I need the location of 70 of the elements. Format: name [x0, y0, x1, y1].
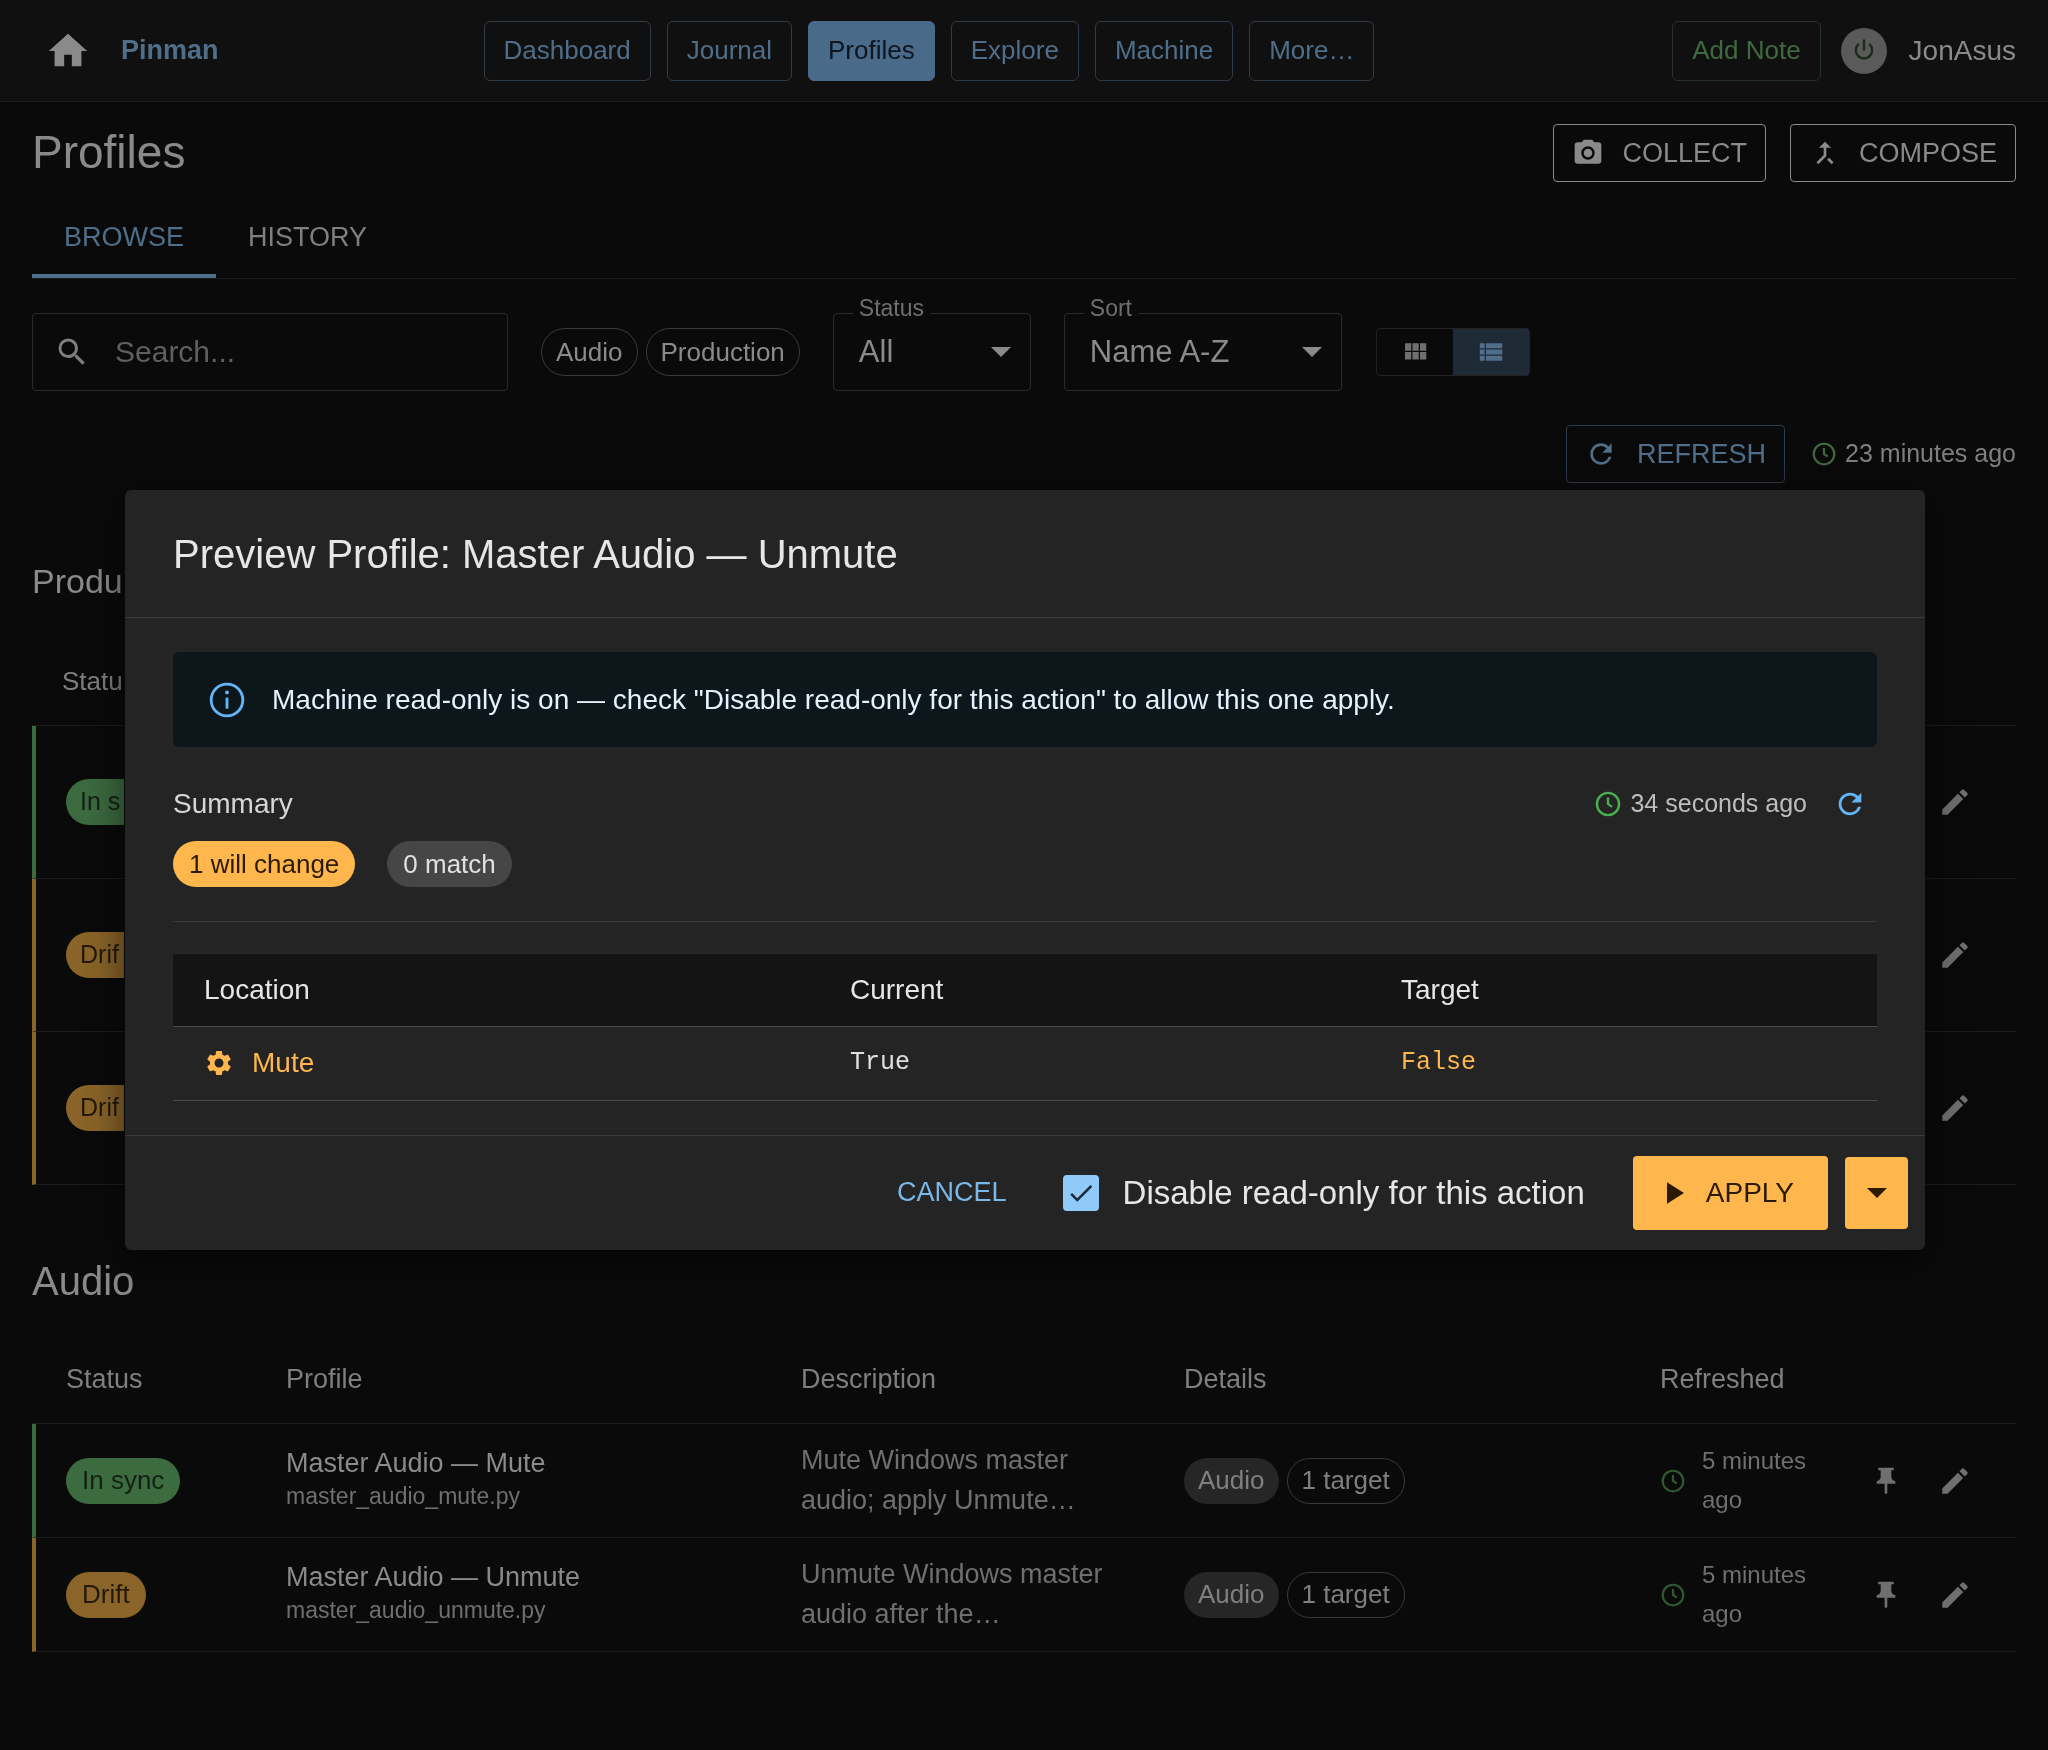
match-count-chip: 0 match — [387, 841, 512, 887]
apply-options-button[interactable] — [1845, 1156, 1908, 1229]
play-icon — [1666, 1181, 1684, 1204]
status-badge: Drif — [66, 1085, 124, 1131]
brand-link[interactable]: Pinman — [121, 30, 219, 71]
column-header: Location — [173, 954, 819, 1026]
cancel-button[interactable]: CANCEL — [877, 1162, 1027, 1223]
column-header: Profile — [286, 1362, 364, 1396]
status-badge: In sync — [66, 1457, 181, 1504]
add-note-button[interactable]: Add Note — [1672, 20, 1821, 81]
alert-text: Machine read-only is on — check "Disable read-only for this action" to allow this one apply. — [272, 682, 1395, 717]
description-text: Mute Windows master audio; apply Unmute… — [801, 1444, 1077, 1517]
refresh-button[interactable]: REFRESH — [1566, 425, 1786, 483]
nav-link[interactable]: Machine — [1094, 20, 1234, 81]
status-badge: Drif — [66, 932, 124, 978]
nav-link[interactable]: Explore — [950, 20, 1079, 81]
group-title: Produ — [32, 561, 123, 602]
column-header: Target — [1370, 954, 1877, 1026]
last-refreshed-time: 23 minutes ago — [1845, 438, 2016, 470]
group-title: Audio — [32, 1258, 135, 1304]
gear-icon — [204, 1048, 234, 1078]
status-select[interactable]: Status All — [832, 297, 1031, 391]
tab[interactable]: HISTORY — [216, 200, 400, 278]
profile-name: Master Audio — Mute — [286, 1447, 547, 1480]
summary-time: 34 seconds ago — [1630, 788, 1807, 820]
category-tag: Audio — [1184, 1571, 1279, 1618]
column-header: Statu — [62, 665, 123, 698]
nav-link[interactable]: Dashboard — [483, 20, 651, 81]
summary-label: Summary — [173, 787, 293, 821]
status-badge: Drift — [66, 1571, 146, 1618]
caret-icon — [990, 347, 1011, 357]
current-value: True — [850, 1048, 910, 1078]
file-name: master_audio_mute.py — [286, 1482, 521, 1512]
user-name: JonAsus — [1908, 33, 2016, 68]
page-title: Profiles — [32, 125, 186, 181]
checkbox-label: Disable read-only for this action — [1122, 1172, 1585, 1213]
collect-button[interactable]: COLLECT — [1553, 124, 1766, 182]
status-badge: In s — [66, 779, 124, 825]
category-tag: Audio — [1184, 1457, 1279, 1504]
file-name: master_audio_unmute.py — [286, 1596, 547, 1626]
column-header: Status — [66, 1362, 144, 1396]
clock-icon — [1660, 1581, 1686, 1608]
profile-name: Master Audio — Unmute — [286, 1561, 582, 1594]
nav-link[interactable]: More… — [1249, 20, 1375, 81]
target-value: False — [1401, 1048, 1476, 1078]
nav-link[interactable]: Journal — [666, 20, 792, 81]
description-text: Unmute Windows master audio after the… — [801, 1558, 1104, 1631]
column-header: Details — [1184, 1362, 1268, 1396]
column-header: Refreshed — [1660, 1362, 1786, 1396]
list-view-button[interactable] — [1452, 329, 1529, 375]
location-name: Mute — [252, 1046, 315, 1080]
column-header: Description — [801, 1362, 938, 1396]
clock-icon — [1811, 441, 1838, 467]
info-icon — [208, 680, 246, 719]
apply-button[interactable]: APPLY — [1632, 1155, 1828, 1230]
checkbox[interactable] — [1062, 1174, 1099, 1211]
column-header: Current — [819, 954, 1370, 1026]
change-count-chip: 1 will change — [173, 841, 356, 887]
refreshed-time: 5 minutes ago — [1702, 1446, 1808, 1515]
caret-icon — [1866, 1187, 1887, 1198]
refreshed-time: 5 minutes ago — [1702, 1560, 1808, 1629]
clock-icon — [1660, 1467, 1686, 1494]
search-field[interactable]: Search... — [32, 313, 508, 391]
nav-link[interactable]: Profiles — [808, 20, 935, 81]
caret-icon — [1301, 347, 1322, 357]
tab[interactable]: BROWSE — [32, 200, 216, 278]
sort-select[interactable]: Sort Name A-Z — [1063, 297, 1342, 391]
dialog-title: Preview Profile: Master Audio — Unmute — [173, 530, 898, 578]
clock-icon — [1594, 790, 1623, 818]
compose-button[interactable]: COMPOSE — [1789, 124, 2016, 182]
